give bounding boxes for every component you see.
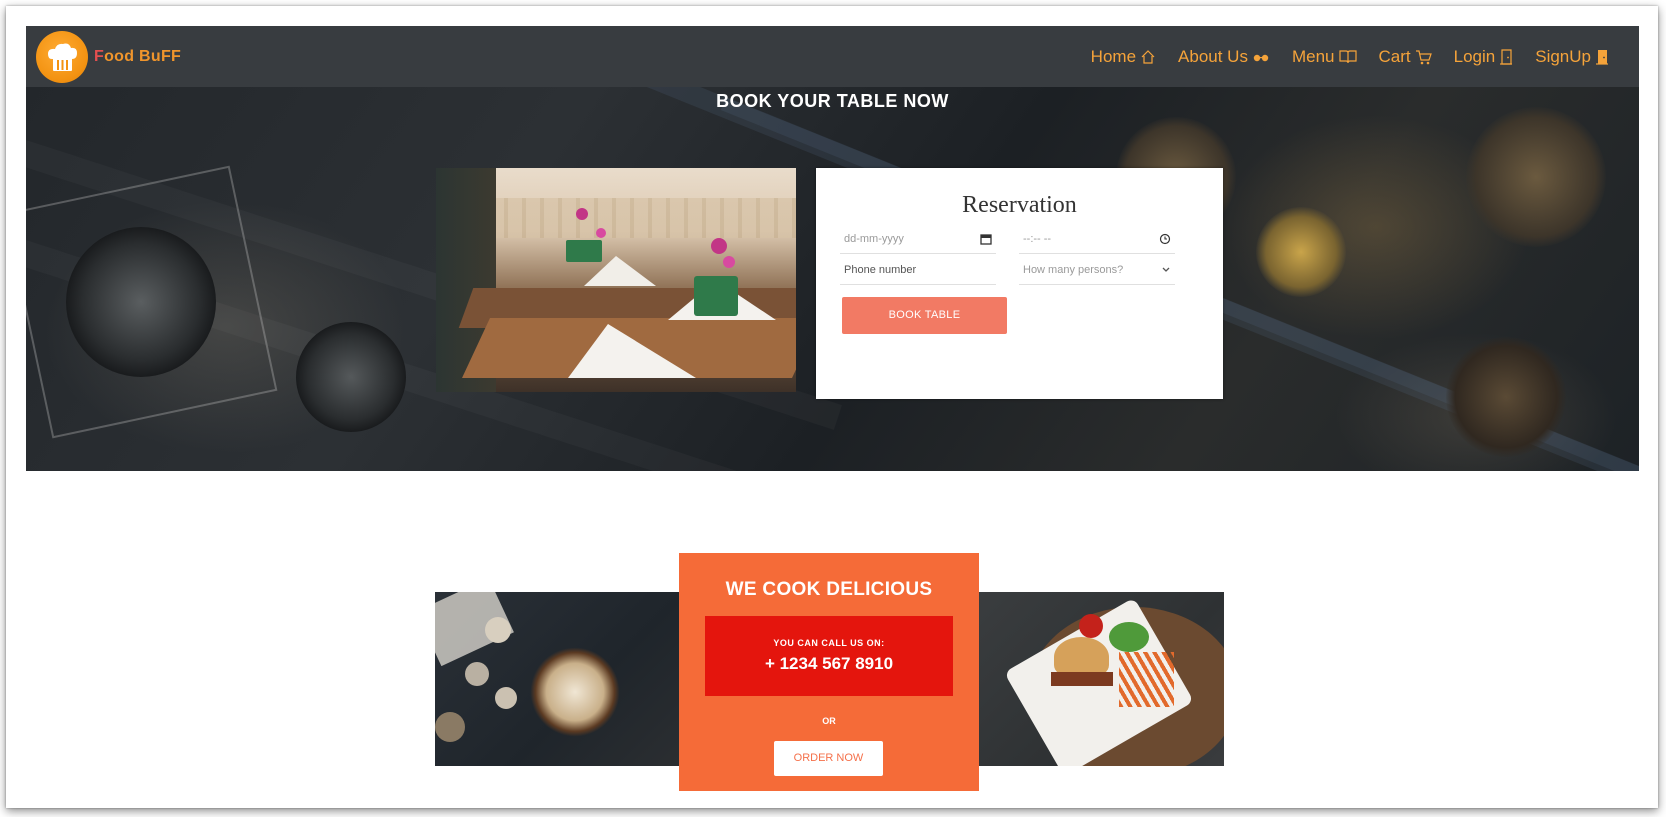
reservation-form: Reservation dd-mm-yyyy --:-- -- Phone nu… bbox=[816, 168, 1223, 399]
nav-signup-label: SignUp bbox=[1535, 46, 1591, 66]
brand-name[interactable]: Food BuFF bbox=[94, 48, 181, 66]
persons-select[interactable]: How many persons? bbox=[1019, 255, 1175, 285]
brand[interactable]: Food BuFF bbox=[36, 30, 181, 83]
nav-login[interactable]: Login bbox=[1454, 47, 1514, 67]
book-table-button[interactable]: BOOK TABLE bbox=[842, 297, 1007, 334]
hero-title: BOOK YOUR TABLE NOW bbox=[716, 91, 949, 111]
brand-name-rest: ood BuFF bbox=[104, 47, 182, 65]
food-photo-right bbox=[979, 592, 1224, 766]
hero-background: BOOK YOUR TABLE NOW Reservation dd-mm-yy… bbox=[26, 87, 1639, 471]
clock-icon[interactable] bbox=[1159, 233, 1171, 245]
promo-card: WE COOK DELICIOUS YOU CAN CALL US ON: + … bbox=[679, 553, 979, 791]
login-door-icon bbox=[1500, 48, 1513, 65]
date-input[interactable]: dd-mm-yyyy bbox=[840, 224, 996, 254]
top-navbar: Food BuFF Home About Us Menu Cart Login … bbox=[26, 26, 1639, 87]
time-placeholder: --:-- -- bbox=[1023, 232, 1052, 245]
round-table bbox=[1446, 337, 1566, 457]
nav-menu[interactable]: Menu bbox=[1292, 47, 1357, 67]
nav-cart[interactable]: Cart bbox=[1379, 47, 1432, 67]
reservation-title: Reservation bbox=[962, 192, 1077, 218]
round-table bbox=[1256, 207, 1346, 297]
nav-home-label: Home bbox=[1090, 46, 1137, 66]
nav-links: Home About Us Menu Cart Login SignUp bbox=[1091, 47, 1609, 67]
time-input[interactable]: --:-- -- bbox=[1019, 224, 1175, 254]
nav-about[interactable]: About Us bbox=[1178, 47, 1270, 67]
phone-placeholder: Phone number bbox=[844, 263, 917, 276]
chef-hat-logo-icon[interactable] bbox=[36, 30, 88, 83]
order-now-button[interactable]: ORDER NOW bbox=[774, 741, 883, 776]
nav-home[interactable]: Home bbox=[1091, 47, 1156, 67]
signup-door-icon bbox=[1596, 49, 1608, 65]
stove-outline bbox=[26, 165, 278, 439]
persons-placeholder: How many persons? bbox=[1023, 263, 1124, 276]
phone-input[interactable]: Phone number bbox=[840, 255, 996, 285]
nav-login-label: Login bbox=[1453, 46, 1496, 66]
promo-title: WE COOK DELICIOUS bbox=[725, 579, 933, 600]
nav-menu-label: Menu bbox=[1291, 46, 1335, 66]
nav-cart-label: Cart bbox=[1378, 46, 1411, 66]
date-placeholder: dd-mm-yyyy bbox=[844, 232, 904, 245]
book-open-icon bbox=[1338, 50, 1357, 64]
nav-signup[interactable]: SignUp bbox=[1535, 47, 1609, 67]
calendar-icon[interactable] bbox=[980, 233, 992, 245]
home-icon bbox=[1141, 49, 1155, 64]
glasses-icon bbox=[1253, 54, 1269, 61]
restaurant-table-photo bbox=[436, 168, 796, 392]
call-label: YOU CAN CALL US ON: bbox=[773, 638, 885, 648]
stove-burner bbox=[296, 322, 406, 432]
phone-number[interactable]: + 1234 567 8910 bbox=[705, 654, 953, 674]
round-table bbox=[1466, 107, 1606, 247]
nav-about-label: About Us bbox=[1178, 46, 1248, 66]
call-box: YOU CAN CALL US ON: + 1234 567 8910 bbox=[705, 616, 953, 696]
or-divider: OR bbox=[822, 716, 836, 726]
cart-icon bbox=[1415, 49, 1432, 64]
chevron-down-icon bbox=[1162, 267, 1170, 272]
brand-name-first-letter: F bbox=[94, 47, 105, 65]
food-photo-left bbox=[435, 592, 679, 766]
